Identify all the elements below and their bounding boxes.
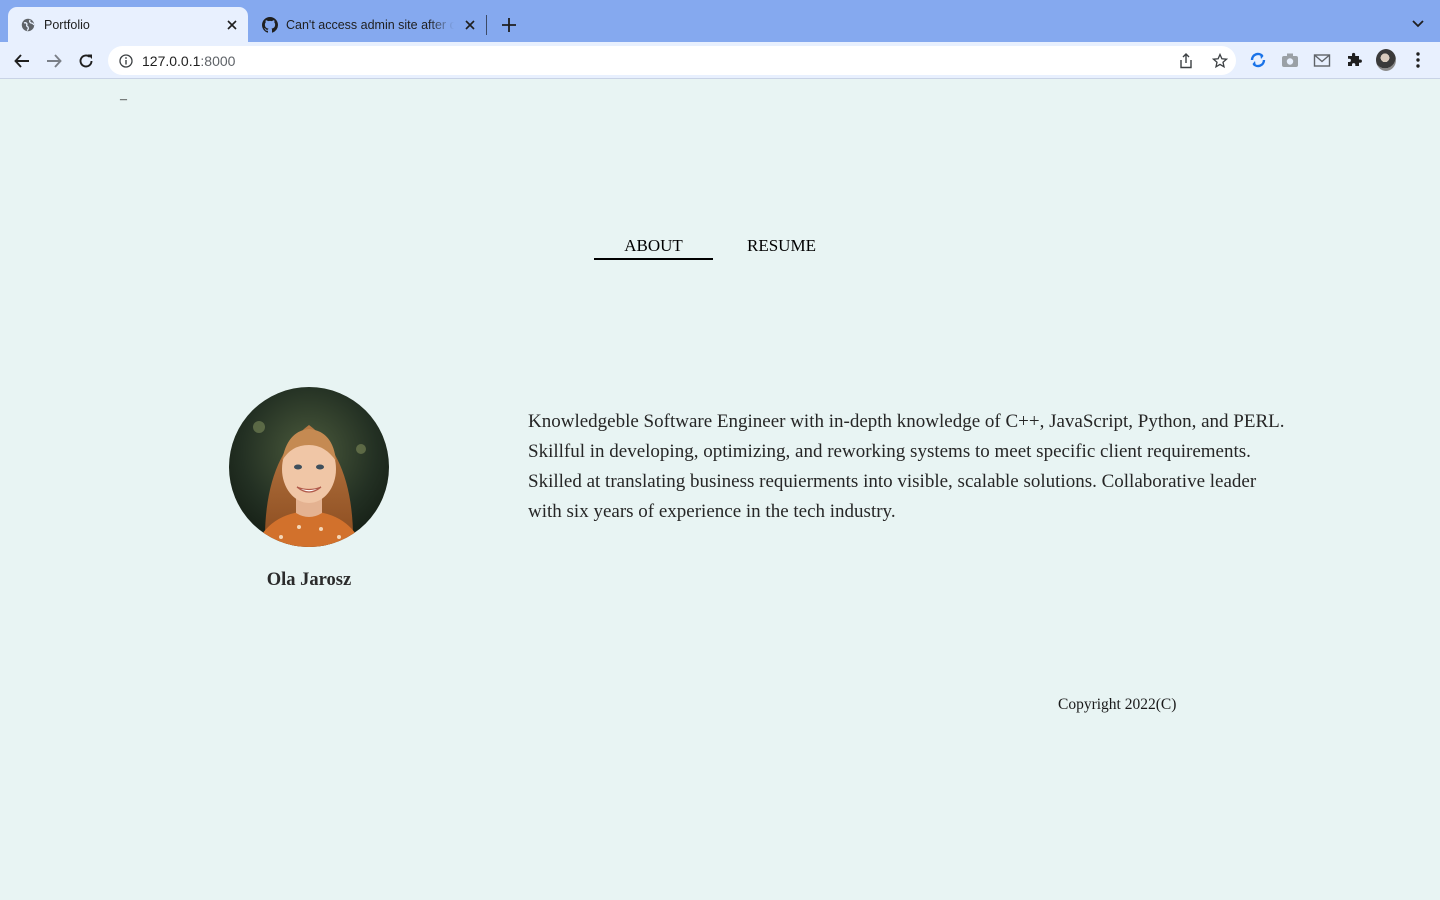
nav-about-link[interactable]: ABOUT [594, 236, 713, 260]
tab-github[interactable]: Can't access admin site after changing [250, 7, 486, 42]
url-port: :8000 [200, 52, 236, 69]
tab-portfolio[interactable]: Portfolio [8, 7, 248, 42]
bio-text: Knowledgeble Software Engineer with in-d… [528, 411, 1285, 522]
profile-name: Ola Jarosz [266, 570, 352, 590]
tab-title: Portfolio [44, 17, 90, 32]
profile-avatar-icon[interactable] [1376, 49, 1396, 71]
forward-arrow-icon[interactable] [43, 50, 65, 72]
tab-divider [486, 15, 487, 35]
globe-icon [20, 17, 36, 33]
address-bar[interactable]: 127.0.0.1:8000 [108, 46, 1236, 75]
chevron-down-icon[interactable] [1408, 14, 1428, 34]
reload-icon[interactable] [75, 50, 97, 72]
new-tab-plus-icon[interactable] [498, 14, 520, 36]
copyright-text: Copyright 2022(C) [1058, 696, 1177, 713]
bookmark-star-icon[interactable] [1210, 51, 1230, 71]
page-content: – ABOUT RESUME Ola Jarosz Knowledgeble S… [0, 80, 1440, 900]
github-icon [262, 16, 278, 33]
close-icon[interactable] [224, 17, 240, 33]
camera-icon[interactable] [1280, 50, 1300, 70]
url-text: 127.0.0.1:8000 [142, 53, 235, 69]
tab-title: Can't access admin site after changing [286, 17, 454, 32]
browser-toolbar: 127.0.0.1:8000 [0, 42, 1440, 79]
back-arrow-icon[interactable] [11, 50, 33, 72]
profile-photo [229, 387, 389, 547]
nav-resume-link[interactable]: RESUME [747, 236, 816, 260]
puzzle-extensions-icon[interactable] [1344, 50, 1364, 70]
info-icon[interactable] [118, 53, 134, 69]
sync-extension-icon[interactable] [1248, 50, 1268, 70]
kebab-menu-icon[interactable] [1408, 50, 1428, 70]
mail-icon[interactable] [1312, 50, 1332, 70]
extensions-area [1248, 49, 1428, 71]
share-icon[interactable] [1176, 51, 1196, 71]
menu-dash: – [120, 92, 127, 107]
url-host: 127.0.0.1 [142, 52, 201, 69]
tab-strip: Portfolio Can't access admin site after … [0, 0, 1440, 42]
close-icon[interactable] [462, 17, 478, 33]
main-nav: ABOUT RESUME [594, 236, 816, 260]
